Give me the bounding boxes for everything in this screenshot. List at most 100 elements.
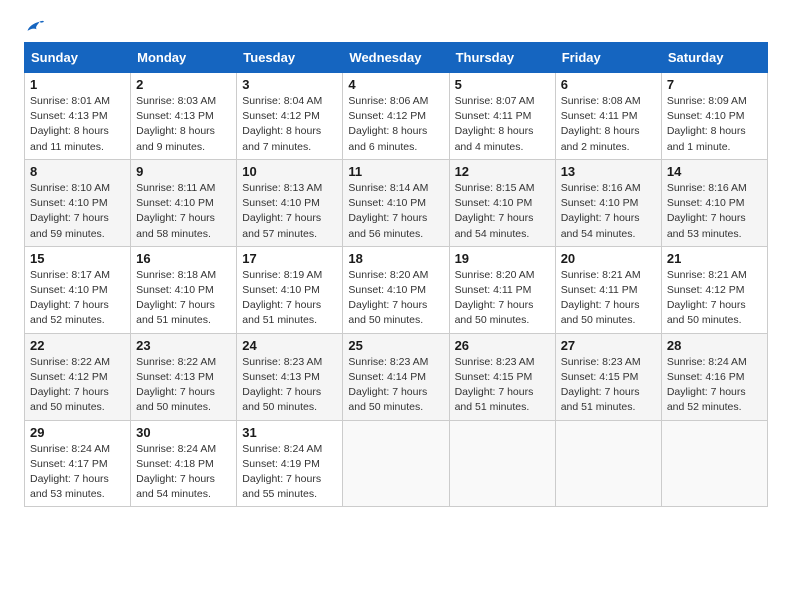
calendar-cell: [343, 420, 449, 507]
day-info: Sunrise: 8:15 AMSunset: 4:10 PMDaylight:…: [455, 181, 550, 242]
day-info: Sunrise: 8:08 AMSunset: 4:11 PMDaylight:…: [561, 94, 656, 155]
calendar-header-row: SundayMondayTuesdayWednesdayThursdayFrid…: [25, 43, 768, 73]
day-info: Sunrise: 8:20 AMSunset: 4:10 PMDaylight:…: [348, 268, 443, 329]
calendar-week-1: 1 Sunrise: 8:01 AMSunset: 4:13 PMDaylight…: [25, 73, 768, 160]
day-info: Sunrise: 8:09 AMSunset: 4:10 PMDaylight:…: [667, 94, 762, 155]
calendar-cell: 14 Sunrise: 8:16 AMSunset: 4:10 PMDayligh…: [661, 159, 767, 246]
day-info: Sunrise: 8:11 AMSunset: 4:10 PMDaylight:…: [136, 181, 231, 242]
day-info: Sunrise: 8:01 AMSunset: 4:13 PMDaylight:…: [30, 94, 125, 155]
day-info: Sunrise: 8:24 AMSunset: 4:16 PMDaylight:…: [667, 355, 762, 416]
calendar-week-4: 22 Sunrise: 8:22 AMSunset: 4:12 PMDayligh…: [25, 333, 768, 420]
day-number: 27: [561, 338, 656, 353]
day-info: Sunrise: 8:23 AMSunset: 4:15 PMDaylight:…: [561, 355, 656, 416]
day-info: Sunrise: 8:10 AMSunset: 4:10 PMDaylight:…: [30, 181, 125, 242]
calendar-cell: 1 Sunrise: 8:01 AMSunset: 4:13 PMDaylight…: [25, 73, 131, 160]
bird-icon: [26, 20, 44, 34]
day-number: 17: [242, 251, 337, 266]
day-number: 2: [136, 77, 231, 92]
calendar-cell: 29Sunrise: 8:24 AMSunset: 4:17 PMDayligh…: [25, 420, 131, 507]
calendar-cell: 22 Sunrise: 8:22 AMSunset: 4:12 PMDayligh…: [25, 333, 131, 420]
day-info: Sunrise: 8:18 AMSunset: 4:10 PMDaylight:…: [136, 268, 231, 329]
day-number: 8: [30, 164, 125, 179]
weekday-header-wednesday: Wednesday: [343, 43, 449, 73]
day-info: Sunrise: 8:24 AMSunset: 4:19 PMDaylight:…: [242, 442, 337, 503]
day-number: 1: [30, 77, 125, 92]
weekday-header-sunday: Sunday: [25, 43, 131, 73]
day-number: 4: [348, 77, 443, 92]
day-number: 21: [667, 251, 762, 266]
weekday-header-monday: Monday: [131, 43, 237, 73]
day-info: Sunrise: 8:23 AMSunset: 4:14 PMDaylight:…: [348, 355, 443, 416]
day-number: 7: [667, 77, 762, 92]
day-number: 6: [561, 77, 656, 92]
day-info: Sunrise: 8:22 AMSunset: 4:12 PMDaylight:…: [30, 355, 125, 416]
day-info: Sunrise: 8:24 AMSunset: 4:18 PMDaylight:…: [136, 442, 231, 503]
calendar-week-2: 8 Sunrise: 8:10 AMSunset: 4:10 PMDaylight…: [25, 159, 768, 246]
day-number: 20: [561, 251, 656, 266]
day-number: 30: [136, 425, 231, 440]
calendar-cell: 21 Sunrise: 8:21 AMSunset: 4:12 PMDayligh…: [661, 246, 767, 333]
day-number: 29: [30, 425, 125, 440]
day-number: 18: [348, 251, 443, 266]
day-number: 16: [136, 251, 231, 266]
weekday-header-tuesday: Tuesday: [237, 43, 343, 73]
calendar-cell: 2Sunrise: 8:03 AMSunset: 4:13 PMDaylight…: [131, 73, 237, 160]
calendar-cell: [449, 420, 555, 507]
day-number: 5: [455, 77, 550, 92]
calendar-cell: 7 Sunrise: 8:09 AMSunset: 4:10 PMDaylight…: [661, 73, 767, 160]
calendar-cell: [661, 420, 767, 507]
day-info: Sunrise: 8:16 AMSunset: 4:10 PMDaylight:…: [561, 181, 656, 242]
day-info: Sunrise: 8:21 AMSunset: 4:11 PMDaylight:…: [561, 268, 656, 329]
day-number: 3: [242, 77, 337, 92]
calendar-week-3: 15Sunrise: 8:17 AMSunset: 4:10 PMDayligh…: [25, 246, 768, 333]
day-info: Sunrise: 8:22 AMSunset: 4:13 PMDaylight:…: [136, 355, 231, 416]
day-info: Sunrise: 8:23 AMSunset: 4:15 PMDaylight:…: [455, 355, 550, 416]
day-info: Sunrise: 8:13 AMSunset: 4:10 PMDaylight:…: [242, 181, 337, 242]
calendar-cell: [555, 420, 661, 507]
calendar-cell: 11Sunrise: 8:14 AMSunset: 4:10 PMDayligh…: [343, 159, 449, 246]
day-number: 31: [242, 425, 337, 440]
day-number: 23: [136, 338, 231, 353]
day-number: 13: [561, 164, 656, 179]
day-number: 28: [667, 338, 762, 353]
calendar-cell: 4 Sunrise: 8:06 AMSunset: 4:12 PMDaylight…: [343, 73, 449, 160]
logo: [24, 20, 44, 30]
day-info: Sunrise: 8:06 AMSunset: 4:12 PMDaylight:…: [348, 94, 443, 155]
day-number: 15: [30, 251, 125, 266]
calendar-cell: 15Sunrise: 8:17 AMSunset: 4:10 PMDayligh…: [25, 246, 131, 333]
day-info: Sunrise: 8:20 AMSunset: 4:11 PMDaylight:…: [455, 268, 550, 329]
calendar-cell: 3 Sunrise: 8:04 AMSunset: 4:12 PMDaylight…: [237, 73, 343, 160]
calendar-cell: 31 Sunrise: 8:24 AMSunset: 4:19 PMDayligh…: [237, 420, 343, 507]
calendar-cell: 30 Sunrise: 8:24 AMSunset: 4:18 PMDayligh…: [131, 420, 237, 507]
calendar-cell: 27 Sunrise: 8:23 AMSunset: 4:15 PMDayligh…: [555, 333, 661, 420]
day-number: 24: [242, 338, 337, 353]
day-number: 22: [30, 338, 125, 353]
day-info: Sunrise: 8:19 AMSunset: 4:10 PMDaylight:…: [242, 268, 337, 329]
day-number: 25: [348, 338, 443, 353]
day-number: 12: [455, 164, 550, 179]
calendar-cell: 20 Sunrise: 8:21 AMSunset: 4:11 PMDayligh…: [555, 246, 661, 333]
day-info: Sunrise: 8:07 AMSunset: 4:11 PMDaylight:…: [455, 94, 550, 155]
calendar-cell: 28 Sunrise: 8:24 AMSunset: 4:16 PMDayligh…: [661, 333, 767, 420]
weekday-header-saturday: Saturday: [661, 43, 767, 73]
day-number: 9: [136, 164, 231, 179]
calendar-cell: 5 Sunrise: 8:07 AMSunset: 4:11 PMDaylight…: [449, 73, 555, 160]
calendar-week-5: 29Sunrise: 8:24 AMSunset: 4:17 PMDayligh…: [25, 420, 768, 507]
calendar-cell: 25 Sunrise: 8:23 AMSunset: 4:14 PMDayligh…: [343, 333, 449, 420]
calendar-cell: 17 Sunrise: 8:19 AMSunset: 4:10 PMDayligh…: [237, 246, 343, 333]
day-info: Sunrise: 8:04 AMSunset: 4:12 PMDaylight:…: [242, 94, 337, 155]
calendar-cell: 6 Sunrise: 8:08 AMSunset: 4:11 PMDaylight…: [555, 73, 661, 160]
weekday-header-friday: Friday: [555, 43, 661, 73]
day-info: Sunrise: 8:21 AMSunset: 4:12 PMDaylight:…: [667, 268, 762, 329]
calendar-cell: 19 Sunrise: 8:20 AMSunset: 4:11 PMDayligh…: [449, 246, 555, 333]
calendar-cell: 23 Sunrise: 8:22 AMSunset: 4:13 PMDayligh…: [131, 333, 237, 420]
calendar-cell: 16 Sunrise: 8:18 AMSunset: 4:10 PMDayligh…: [131, 246, 237, 333]
calendar-cell: 12 Sunrise: 8:15 AMSunset: 4:10 PMDayligh…: [449, 159, 555, 246]
day-number: 14: [667, 164, 762, 179]
day-info: Sunrise: 8:16 AMSunset: 4:10 PMDaylight:…: [667, 181, 762, 242]
calendar-cell: 24Sunrise: 8:23 AMSunset: 4:13 PMDayligh…: [237, 333, 343, 420]
calendar-cell: 18 Sunrise: 8:20 AMSunset: 4:10 PMDayligh…: [343, 246, 449, 333]
day-number: 19: [455, 251, 550, 266]
calendar-cell: 26Sunrise: 8:23 AMSunset: 4:15 PMDayligh…: [449, 333, 555, 420]
calendar: SundayMondayTuesdayWednesdayThursdayFrid…: [24, 42, 768, 507]
